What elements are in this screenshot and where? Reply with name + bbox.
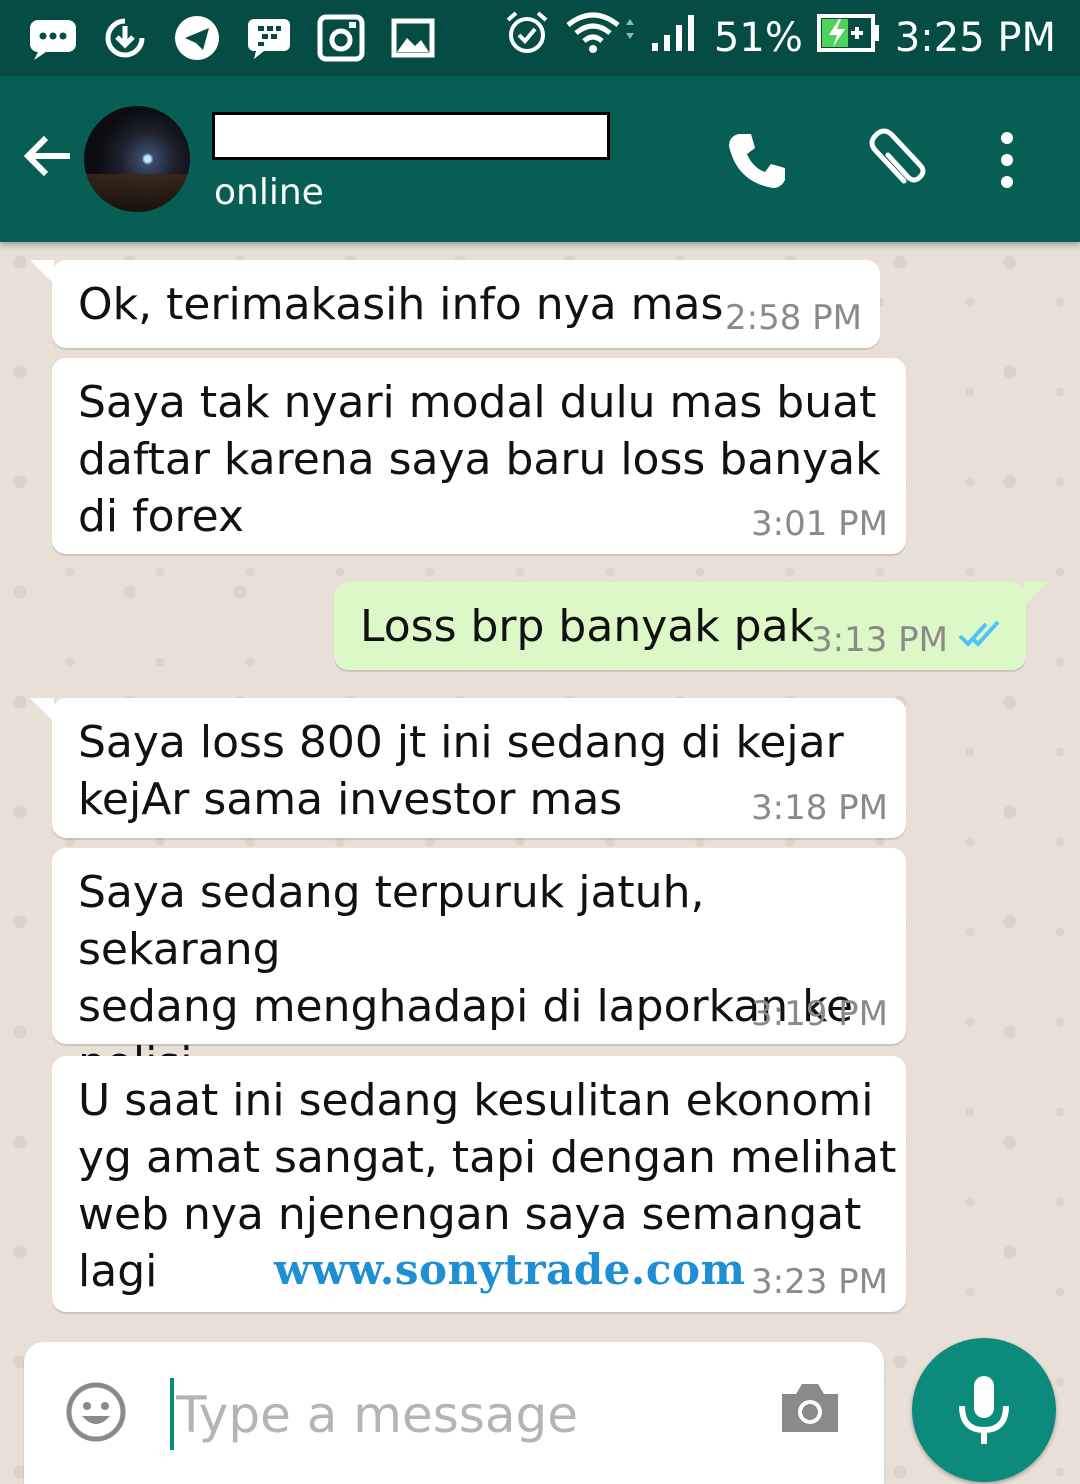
instagram-icon [316,14,366,62]
status-bar: 51% 3:25 PM [0,0,1080,76]
message-text: Ok, terimakasih info nya mas [78,279,724,330]
status-time: 3:25 PM [894,15,1056,61]
message-time: 3:13 PM [811,620,948,660]
message-bubble-incoming[interactable]: Saya loss 800 jt ini sedang di kejar kej… [30,698,906,838]
message-bubble-outgoing[interactable]: Loss brp banyak pak 3:13 PM [334,582,1048,670]
gallery-icon [388,14,438,62]
download-icon [100,14,150,62]
message-time: 2:58 PM [725,298,862,338]
message-time: 3:19 PM [751,994,888,1034]
battery-charging-icon [816,13,881,63]
chat-area[interactable]: Ok, terimakasih info nya mas 2:58 PM Say… [0,242,1080,1484]
alarm-icon [504,10,550,66]
bbm-icon [244,14,294,62]
mic-button[interactable] [912,1338,1056,1482]
wifi-icon [564,11,636,65]
text-cursor [170,1378,174,1450]
watermark-link[interactable]: www.sonytrade.com [274,1245,745,1294]
message-time: 3:01 PM [751,504,888,544]
more-vert-icon[interactable] [972,122,1042,198]
attach-icon[interactable] [864,122,934,198]
signal-icon [650,13,700,63]
message-bubble-incoming[interactable]: Ok, terimakasih info nya mas 2:58 PM [30,260,880,348]
contact-name-redacted[interactable] [212,112,610,160]
message-bubble-incoming[interactable]: Saya sedang terpuruk jatuh, sekarang sed… [52,848,906,1089]
message-text: Loss brp banyak pak [360,601,815,652]
read-ticks-icon [958,620,1004,652]
message-composer[interactable]: Type a message [24,1342,884,1484]
battery-percent: 51% [713,15,803,61]
telegram-icon [172,14,222,62]
message-time: 3:23 PM [751,1262,888,1302]
phone-icon[interactable] [722,122,792,198]
message-text: Saya loss 800 jt ini sedang di kejar kej… [78,717,844,825]
message-time: 3:18 PM [751,788,888,828]
message-input[interactable]: Type a message [176,1380,578,1450]
camera-icon[interactable] [778,1380,848,1444]
message-bubble-incoming[interactable]: Saya tak nyari modal dulu mas buat dafta… [52,358,906,554]
emoji-icon[interactable] [64,1380,128,1444]
chat-header: online [0,76,1080,242]
back-arrow-icon[interactable] [20,128,80,188]
avatar[interactable] [84,106,190,212]
messages-icon [28,14,78,62]
contact-status: online [214,172,324,213]
mic-icon [959,1376,1009,1444]
message-bubble-incoming[interactable]: U saat ini sedang kesulitan ekonomi yg a… [52,1056,906,1312]
